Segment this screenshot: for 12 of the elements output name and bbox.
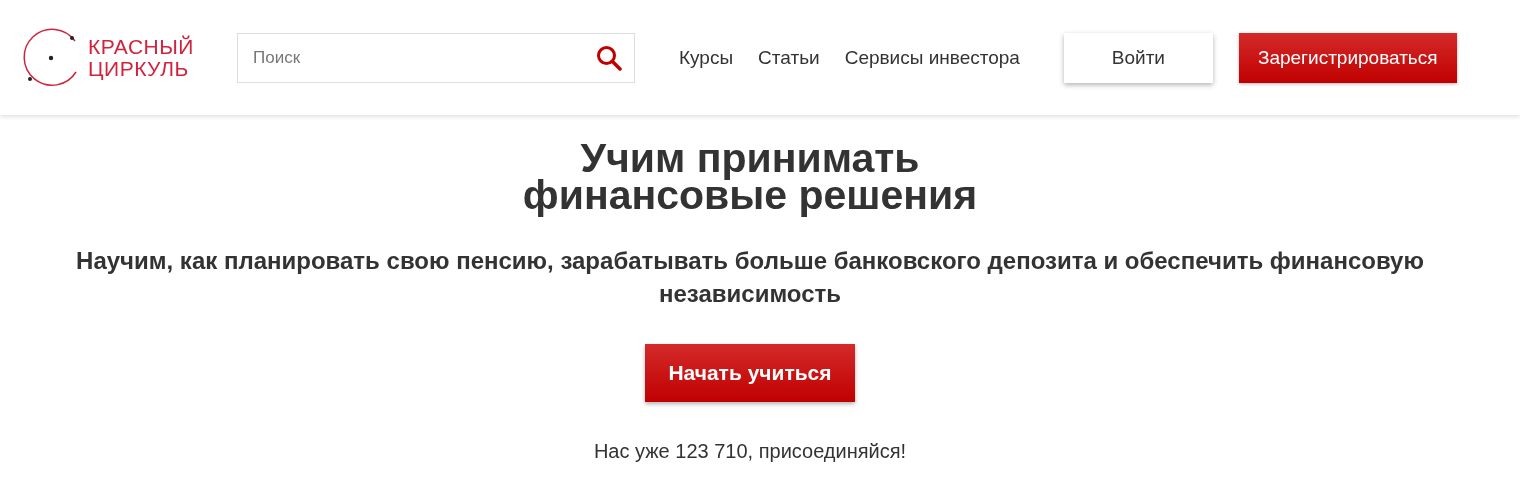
login-button[interactable]: Войти <box>1063 32 1213 83</box>
logo-text: КРАСНЫЙ <box>88 35 194 58</box>
register-button[interactable]: Зарегистрироваться <box>1238 32 1457 83</box>
nav-link[interactable]: Статьи <box>758 46 820 69</box>
logo-text: ЦИРКУЛЬ <box>88 57 190 80</box>
hero-subtitle: Научим, как планировать свою пенсию, зарабатывать больше банковского депозита и обеспечить финансовую независимость <box>75 246 1425 309</box>
nav-link[interactable]: Курсы <box>679 46 734 69</box>
start-learning-button[interactable]: Начать учиться <box>645 344 855 402</box>
nav-link[interactable]: Сервисы инвестора <box>844 46 1020 69</box>
search-field[interactable]: Поиск <box>237 32 635 83</box>
search-icon[interactable] <box>596 44 622 71</box>
member-counter: Нас уже 123 710, присоединяйся! <box>593 440 907 463</box>
